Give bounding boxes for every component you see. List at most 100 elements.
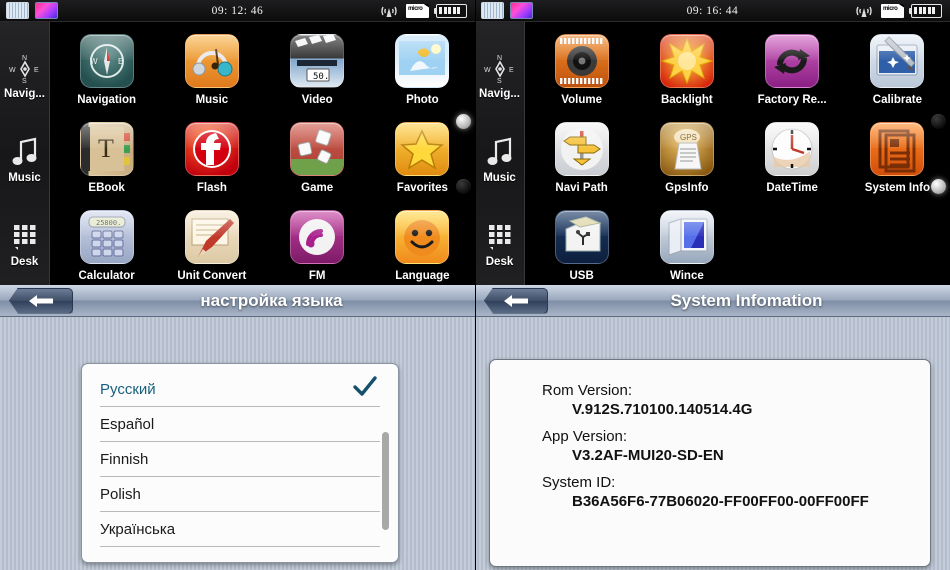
dual-screenshot: 09: 12: 46microNSWENavig...MusicDeskWENa… <box>0 0 950 570</box>
app-factoryre[interactable]: Factory Re... <box>740 28 845 116</box>
language-list: Русский Español Finnish Polish Українська <box>81 363 399 563</box>
stylus-screen-icon[interactable] <box>870 34 924 88</box>
app-usb[interactable]: USB <box>529 204 634 285</box>
back-arrow-icon <box>503 294 529 308</box>
dice-icon[interactable] <box>290 122 344 176</box>
signpost-icon[interactable] <box>555 122 609 176</box>
battery-icon <box>911 4 942 18</box>
page-dot[interactable] <box>931 114 946 129</box>
svg-text:W: W <box>9 67 16 74</box>
rail-item-navig[interactable]: NSWENavig... <box>0 34 49 118</box>
star-icon[interactable] <box>395 122 449 176</box>
app-fm[interactable]: FM <box>265 204 370 285</box>
svg-text:N: N <box>497 55 502 62</box>
device-screen-right: 09: 16: 44microNSWENavig...MusicDeskVolu… <box>475 0 950 285</box>
language-label: Español <box>100 416 154 433</box>
headphones-icon[interactable] <box>185 34 239 88</box>
page-dot[interactable] <box>456 114 471 129</box>
app-navigation[interactable]: WENavigation <box>54 28 159 116</box>
back-button[interactable] <box>9 288 73 314</box>
page-dot[interactable] <box>931 179 946 194</box>
status-bar: 09: 12: 46micro <box>0 0 475 22</box>
notepad-pencil-icon[interactable] <box>185 210 239 264</box>
app-navipath[interactable]: Navi Path <box>529 116 634 204</box>
documents-icon[interactable] <box>870 122 924 176</box>
svg-text:E: E <box>34 67 39 74</box>
list-item[interactable]: Español <box>100 407 380 442</box>
svg-text:E: E <box>509 67 514 74</box>
app-label: Photo <box>406 94 439 106</box>
app-music[interactable]: Music <box>159 28 264 116</box>
dialog-right: System Infomation Rom Version:V.912S.7101… <box>475 285 950 570</box>
clapperboard-icon[interactable]: 50. <box>290 34 344 88</box>
rail-item-desk[interactable]: Desk <box>0 202 49 285</box>
list-item[interactable]: Русский <box>100 372 380 407</box>
panel-right: 09: 16: 44microNSWENavig...MusicDeskVolu… <box>475 0 950 570</box>
app-datetime[interactable]: DateTime <box>740 116 845 204</box>
app-label: Language <box>395 270 449 282</box>
app-video[interactable]: 50.Video <box>265 28 370 116</box>
device-screen-left: 09: 12: 46microNSWENavig...MusicDeskWENa… <box>0 0 475 285</box>
flash-icon[interactable] <box>185 122 239 176</box>
app-label: Volume <box>561 94 602 106</box>
monitor-icon[interactable] <box>660 210 714 264</box>
svg-text:W: W <box>484 67 491 74</box>
app-label: GpsInfo <box>665 182 708 194</box>
page-dot[interactable] <box>456 179 471 194</box>
rail-item-navig[interactable]: NSWENavig... <box>475 34 524 118</box>
clock-icon[interactable] <box>765 122 819 176</box>
app-ebook[interactable]: TEBook <box>54 116 159 204</box>
app-label: Music <box>196 94 229 106</box>
usb-drive-icon[interactable] <box>555 210 609 264</box>
compass-app-icon[interactable]: WE <box>80 34 134 88</box>
dialog-title: System Infomation <box>553 291 940 311</box>
back-button[interactable] <box>484 288 548 314</box>
list-item[interactable]: Finnish <box>100 442 380 477</box>
list-item[interactable]: Українська <box>100 512 380 547</box>
music-note-icon <box>11 136 39 168</box>
rail-item-label: Music <box>483 172 516 184</box>
book-icon[interactable]: T <box>80 122 134 176</box>
list-scrollbar[interactable] <box>382 432 389 530</box>
app-photo[interactable]: Photo <box>370 28 475 116</box>
speaker-icon[interactable] <box>555 34 609 88</box>
app-backlight[interactable]: Backlight <box>634 28 739 116</box>
app-label: Navi Path <box>555 182 607 194</box>
radio-waves-icon[interactable] <box>290 210 344 264</box>
app-label: Calibrate <box>873 94 922 106</box>
app-label: Calculator <box>79 270 135 282</box>
app-gpsinfo[interactable]: GPS GpsInfo <box>634 116 739 204</box>
smiley-icon[interactable] <box>395 210 449 264</box>
calculator-icon[interactable]: 25800. <box>80 210 134 264</box>
list-item[interactable]: Polish <box>100 477 380 512</box>
dialog-title: настройка языка <box>78 291 465 311</box>
app-calibrate[interactable]: Calibrate <box>845 28 950 116</box>
status-bar: 09: 16: 44micro <box>475 0 950 22</box>
language-label: Polish <box>100 486 141 503</box>
system-info-card: Rom Version:V.912S.710100.140514.4GApp V… <box>489 359 931 567</box>
app-language[interactable]: Language <box>370 204 475 285</box>
svg-text:GPS: GPS <box>680 133 697 142</box>
music-note-icon <box>486 136 514 168</box>
app-label: Flash <box>197 182 227 194</box>
app-label: FM <box>309 270 326 282</box>
reset-arrows-icon[interactable] <box>765 34 819 88</box>
app-volume[interactable]: Volume <box>529 28 634 116</box>
app-label: Backlight <box>661 94 713 106</box>
rail-item-music[interactable]: Music <box>0 118 49 202</box>
app-unitconvert[interactable]: Unit Convert <box>159 204 264 285</box>
sun-icon[interactable] <box>660 34 714 88</box>
photo-icon[interactable] <box>395 34 449 88</box>
app-wince[interactable]: Wince <box>634 204 739 285</box>
svg-text:25800.: 25800. <box>96 219 121 227</box>
dialog-titlebar: System Infomation <box>475 285 950 317</box>
page-indicator <box>931 114 946 194</box>
gps-document-icon[interactable]: GPS <box>660 122 714 176</box>
app-flash[interactable]: Flash <box>159 116 264 204</box>
app-calculator[interactable]: 25800. Calculator <box>54 204 159 285</box>
rail-item-desk[interactable]: Desk <box>475 202 524 285</box>
rail-item-music[interactable]: Music <box>475 118 524 202</box>
app-game[interactable]: Game <box>265 116 370 204</box>
status-clock: 09: 16: 44 <box>475 5 950 17</box>
svg-text:T: T <box>98 134 114 163</box>
